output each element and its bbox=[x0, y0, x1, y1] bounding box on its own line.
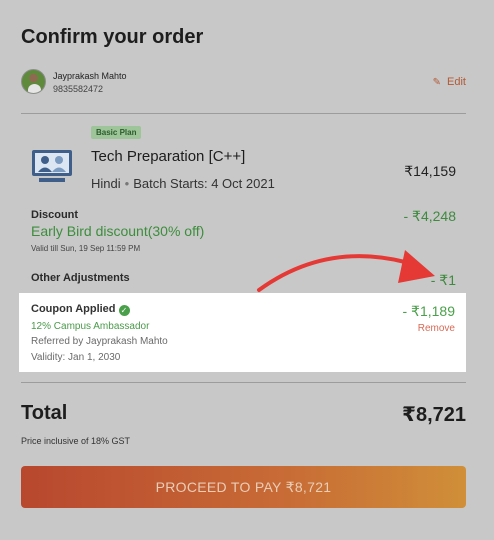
page-title: Confirm your order bbox=[21, 26, 204, 48]
user-row: Jayprakash Mahto 9835582472 ✎ Edit bbox=[21, 69, 466, 99]
user-name: Jayprakash Mahto bbox=[53, 71, 127, 81]
edit-button[interactable]: ✎ Edit bbox=[433, 76, 466, 88]
batch-start: Batch Starts: 4 Oct 2021 bbox=[133, 176, 275, 191]
coupon-referrer: Referred by Jayprakash Mahto bbox=[31, 336, 168, 347]
adjustments-label: Other Adjustments bbox=[31, 272, 130, 284]
coupon-title: Coupon Applied ✓ bbox=[31, 303, 130, 316]
discount-amount: - ₹4,248 bbox=[403, 208, 457, 224]
coupon-code: 12% Campus Ambassador bbox=[31, 321, 150, 332]
pencil-icon: ✎ bbox=[432, 77, 442, 88]
discount-validity: Valid till Sun, 19 Sep 11:59 PM bbox=[31, 244, 141, 253]
total-label: Total bbox=[21, 402, 68, 424]
plan-badge: Basic Plan bbox=[91, 126, 142, 139]
discount-name: Early Bird discount(30% off) bbox=[31, 223, 205, 239]
course-name: Tech Preparation [C++] bbox=[91, 148, 246, 165]
classroom-icon bbox=[32, 150, 72, 182]
coupon-validity: Validity: Jan 1, 2030 bbox=[31, 352, 121, 363]
coupon-amount: - ₹1,189 bbox=[402, 303, 456, 319]
total-amount: ₹8,721 bbox=[402, 404, 466, 426]
divider bbox=[21, 113, 466, 114]
coupon-card: Coupon Applied ✓ 12% Campus Ambassador Re… bbox=[19, 293, 466, 372]
edit-label: Edit bbox=[447, 76, 466, 88]
avatar bbox=[21, 69, 46, 94]
separator-dot: • bbox=[124, 176, 130, 191]
course-language: Hindi bbox=[91, 176, 121, 191]
course-price: ₹14,159 bbox=[404, 163, 456, 179]
annotation-arrow-icon bbox=[257, 250, 435, 292]
gst-note: Price inclusive of 18% GST bbox=[21, 436, 131, 446]
user-phone: 9835582472 bbox=[53, 84, 104, 94]
divider bbox=[21, 382, 466, 383]
proceed-to-pay-button[interactable]: PROCEED TO PAY ₹8,721 bbox=[21, 466, 466, 508]
discount-label: Discount bbox=[31, 209, 79, 221]
check-circle-icon: ✓ bbox=[118, 305, 130, 316]
remove-coupon-link[interactable]: Remove bbox=[418, 323, 455, 334]
coupon-title-text: Coupon Applied bbox=[31, 303, 116, 315]
course-meta: Hindi • Batch Starts: 4 Oct 2021 bbox=[91, 176, 275, 191]
